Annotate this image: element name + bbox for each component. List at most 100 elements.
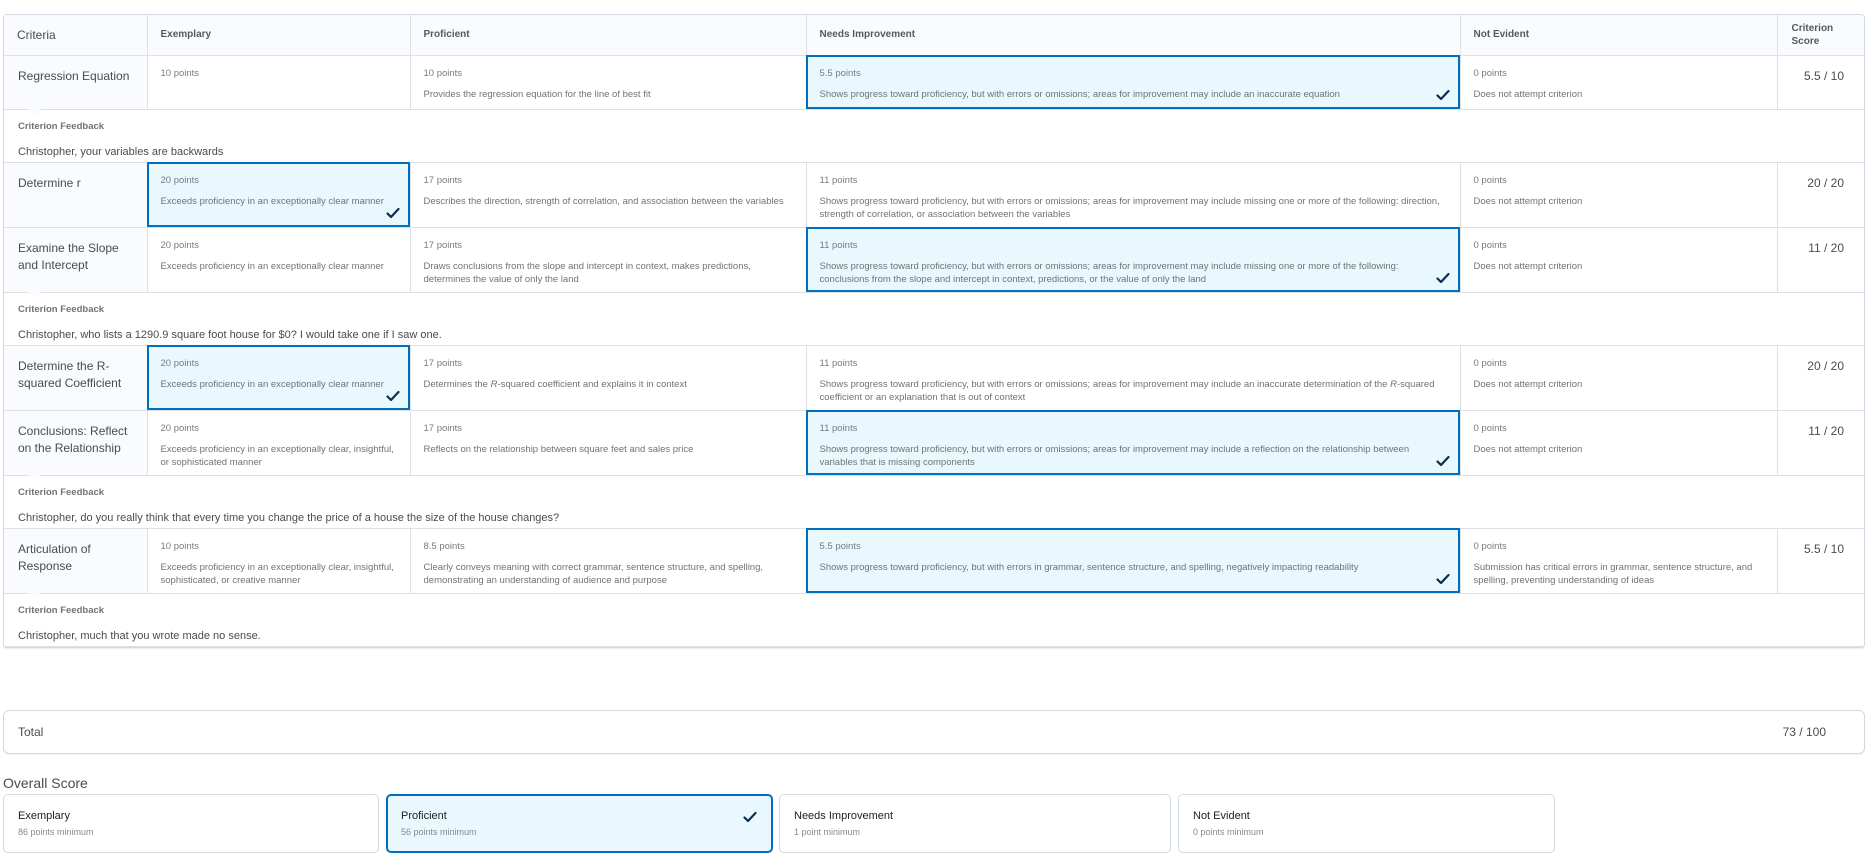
criterion-feedback-row: Criterion Feedback Christopher, who lists… (4, 291, 1864, 346)
criterion-name: Determine r (4, 161, 148, 228)
feedback-pointer (29, 592, 41, 599)
level-description: Submission has critical errors in gramma… (1473, 561, 1753, 586)
level-cell-proficient[interactable]: 17 points Reflects on the relationship be… (409, 409, 807, 476)
level-points: 20 points (160, 422, 200, 434)
rubric-table: Criteria Exemplary Proficient Needs Impr… (4, 15, 1864, 647)
criterion-feedback-row: Criterion Feedback Christopher, much that… (4, 592, 1864, 647)
header-level-not-evident: Not Evident (1459, 15, 1778, 56)
level-cell-needs-improvement[interactable]: 11 points Shows progress toward proficien… (805, 161, 1461, 228)
level-description: Does not attempt criterion (1473, 378, 1583, 390)
level-cell-needs-improvement[interactable]: 11 points Shows progress toward proficien… (805, 409, 1461, 476)
level-cell-needs-improvement[interactable]: 5.5 points Shows progress toward proficie… (805, 527, 1461, 594)
level-points: 20 points (160, 239, 200, 251)
header-level-needs-improvement: Needs Improvement (805, 15, 1461, 56)
feedback-pointer (29, 108, 41, 115)
level-cell-proficient[interactable]: 10 points Provides the regression equatio… (409, 54, 807, 110)
header-criterion-score: Criterion Score (1776, 15, 1864, 56)
level-cell-exemplary[interactable]: 20 points Exceeds proficiency in an excep… (146, 344, 411, 411)
level-cell-not-evident[interactable]: 0 points Does not attempt criterion (1459, 161, 1778, 228)
level-points: 20 points (160, 174, 200, 186)
level-points: 17 points (423, 357, 463, 369)
level-cell-needs-improvement[interactable]: 11 points Shows progress toward proficien… (805, 226, 1461, 293)
level-description: Exceeds proficiency in an exceptionally … (160, 260, 384, 272)
level-description: Reflects on the relationship between squ… (423, 443, 694, 455)
level-points: 11 points (819, 357, 858, 369)
level-cell-exemplary[interactable]: 20 points Exceeds proficiency in an excep… (146, 226, 411, 293)
header-level-proficient: Proficient (409, 15, 807, 56)
level-description: Provides the regression equation for the… (423, 88, 651, 100)
level-cell-proficient[interactable]: 8.5 points Clearly conveys meaning with c… (409, 527, 807, 594)
criterion-feedback-label: Criterion Feedback (18, 303, 105, 315)
level-description: Exceeds proficiency in an exceptionally … (160, 195, 384, 207)
criterion-row-determine-the-r-squared-coefficient: Determine the R-squared Coefficient 20 po… (4, 344, 1864, 411)
level-description: Determines the R-squared coefficient and… (423, 378, 687, 390)
criterion-feedback: Criterion Feedback Christopher, your vari… (4, 108, 1864, 163)
level-cell-exemplary[interactable]: 20 points Exceeds proficiency in an excep… (146, 409, 411, 476)
criterion-feedback: Criterion Feedback Christopher, who lists… (4, 291, 1864, 346)
criterion-feedback: Criterion Feedback Christopher, do you re… (4, 474, 1864, 529)
level-points: 5.5 points (819, 540, 861, 552)
level-cell-not-evident[interactable]: 0 points Does not attempt criterion (1459, 226, 1778, 293)
criterion-name: Regression Equation (4, 54, 148, 110)
rubric-table-container: Criteria Exemplary Proficient Needs Impr… (3, 14, 1865, 648)
overall-level-minimum: 0 points minimum (1193, 827, 1264, 837)
level-description: Exceeds proficiency in an exceptionally … (160, 378, 384, 390)
check-icon (1435, 89, 1450, 101)
overall-level-exemplary[interactable]: Exemplary 86 points minimum (3, 794, 379, 853)
criterion-score: 5.5 / 10 (1776, 527, 1864, 594)
criterion-score: 11 / 20 (1776, 409, 1864, 476)
level-points: 10 points (160, 67, 200, 79)
level-cell-proficient[interactable]: 17 points Describes the direction, streng… (409, 161, 807, 228)
overall-level-needs-improvement[interactable]: Needs Improvement 1 point minimum (779, 794, 1171, 853)
level-cell-exemplary[interactable]: 10 points (146, 54, 411, 110)
criterion-feedback-label: Criterion Feedback (18, 604, 105, 616)
level-points: 8.5 points (423, 540, 465, 552)
criterion-row-regression-equation: Regression Equation 10 points 10 points Pro… (4, 54, 1864, 110)
overall-score-levels: Exemplary 86 points minimum Proficient 56 p… (3, 794, 1865, 854)
criterion-score: 11 / 20 (1776, 226, 1864, 293)
level-description: Shows progress toward proficiency, but w… (819, 378, 1435, 403)
criterion-feedback-row: Criterion Feedback Christopher, do you re… (4, 474, 1864, 529)
level-cell-exemplary[interactable]: 10 points Exceeds proficiency in an excep… (146, 527, 411, 594)
level-cell-not-evident[interactable]: 0 points Does not attempt criterion (1459, 54, 1778, 110)
criterion-feedback-text: Christopher, who lists a 1290.9 square f… (18, 328, 442, 341)
criterion-feedback-label: Criterion Feedback (18, 120, 105, 132)
level-cell-not-evident[interactable]: 0 points Does not attempt criterion (1459, 344, 1778, 411)
level-cell-proficient[interactable]: 17 points Determines the R-squared coeffi… (409, 344, 807, 411)
level-description: Draws conclusions from the slope and int… (423, 260, 751, 285)
level-points: 17 points (423, 239, 463, 251)
level-points: 5.5 points (819, 67, 861, 79)
criterion-feedback-label: Criterion Feedback (18, 486, 105, 498)
overall-level-not-evident[interactable]: Not Evident 0 points minimum (1178, 794, 1555, 853)
header-level-exemplary: Exemplary (146, 15, 411, 56)
criterion-name: Conclusions: Reflect on the Relationship (4, 409, 148, 476)
level-cell-needs-improvement[interactable]: 5.5 points Shows progress toward proficie… (805, 54, 1461, 110)
level-cell-needs-improvement[interactable]: 11 points Shows progress toward proficien… (805, 344, 1461, 411)
overall-level-name: Proficient (401, 810, 447, 822)
level-cell-not-evident[interactable]: 0 points Submission has critical errors i… (1459, 527, 1778, 594)
check-icon (385, 207, 400, 219)
header-criteria: Criteria (4, 15, 148, 56)
level-description: Does not attempt criterion (1473, 443, 1583, 455)
check-icon (1435, 573, 1450, 585)
criterion-feedback-text: Christopher, your variables are backward… (18, 145, 224, 158)
overall-level-name: Exemplary (18, 810, 70, 822)
level-description: Does not attempt criterion (1473, 260, 1583, 272)
level-cell-not-evident[interactable]: 0 points Does not attempt criterion (1459, 409, 1778, 476)
total-score: 73 / 100 (1782, 725, 1826, 739)
total-row: Total 73 / 100 (3, 710, 1865, 754)
level-description: Exceeds proficiency in an exceptionally … (160, 561, 394, 586)
check-icon (1435, 455, 1450, 467)
level-points: 0 points (1473, 422, 1507, 434)
overall-level-name: Needs Improvement (794, 810, 894, 822)
criterion-row-conclusions-reflect-on-the-relationship: Conclusions: Reflect on the Relationship… (4, 409, 1864, 476)
overall-level-name: Not Evident (1193, 810, 1250, 822)
criterion-name: Examine the Slope and Intercept (4, 226, 148, 293)
level-cell-exemplary[interactable]: 20 points Exceeds proficiency in an excep… (146, 161, 411, 228)
level-points: 17 points (423, 422, 463, 434)
level-points: 10 points (423, 67, 463, 79)
level-cell-proficient[interactable]: 17 points Draws conclusions from the slop… (409, 226, 807, 293)
level-points: 17 points (423, 174, 463, 186)
overall-level-proficient[interactable]: Proficient 56 points minimum (386, 794, 773, 853)
criterion-score: 20 / 20 (1776, 344, 1864, 411)
